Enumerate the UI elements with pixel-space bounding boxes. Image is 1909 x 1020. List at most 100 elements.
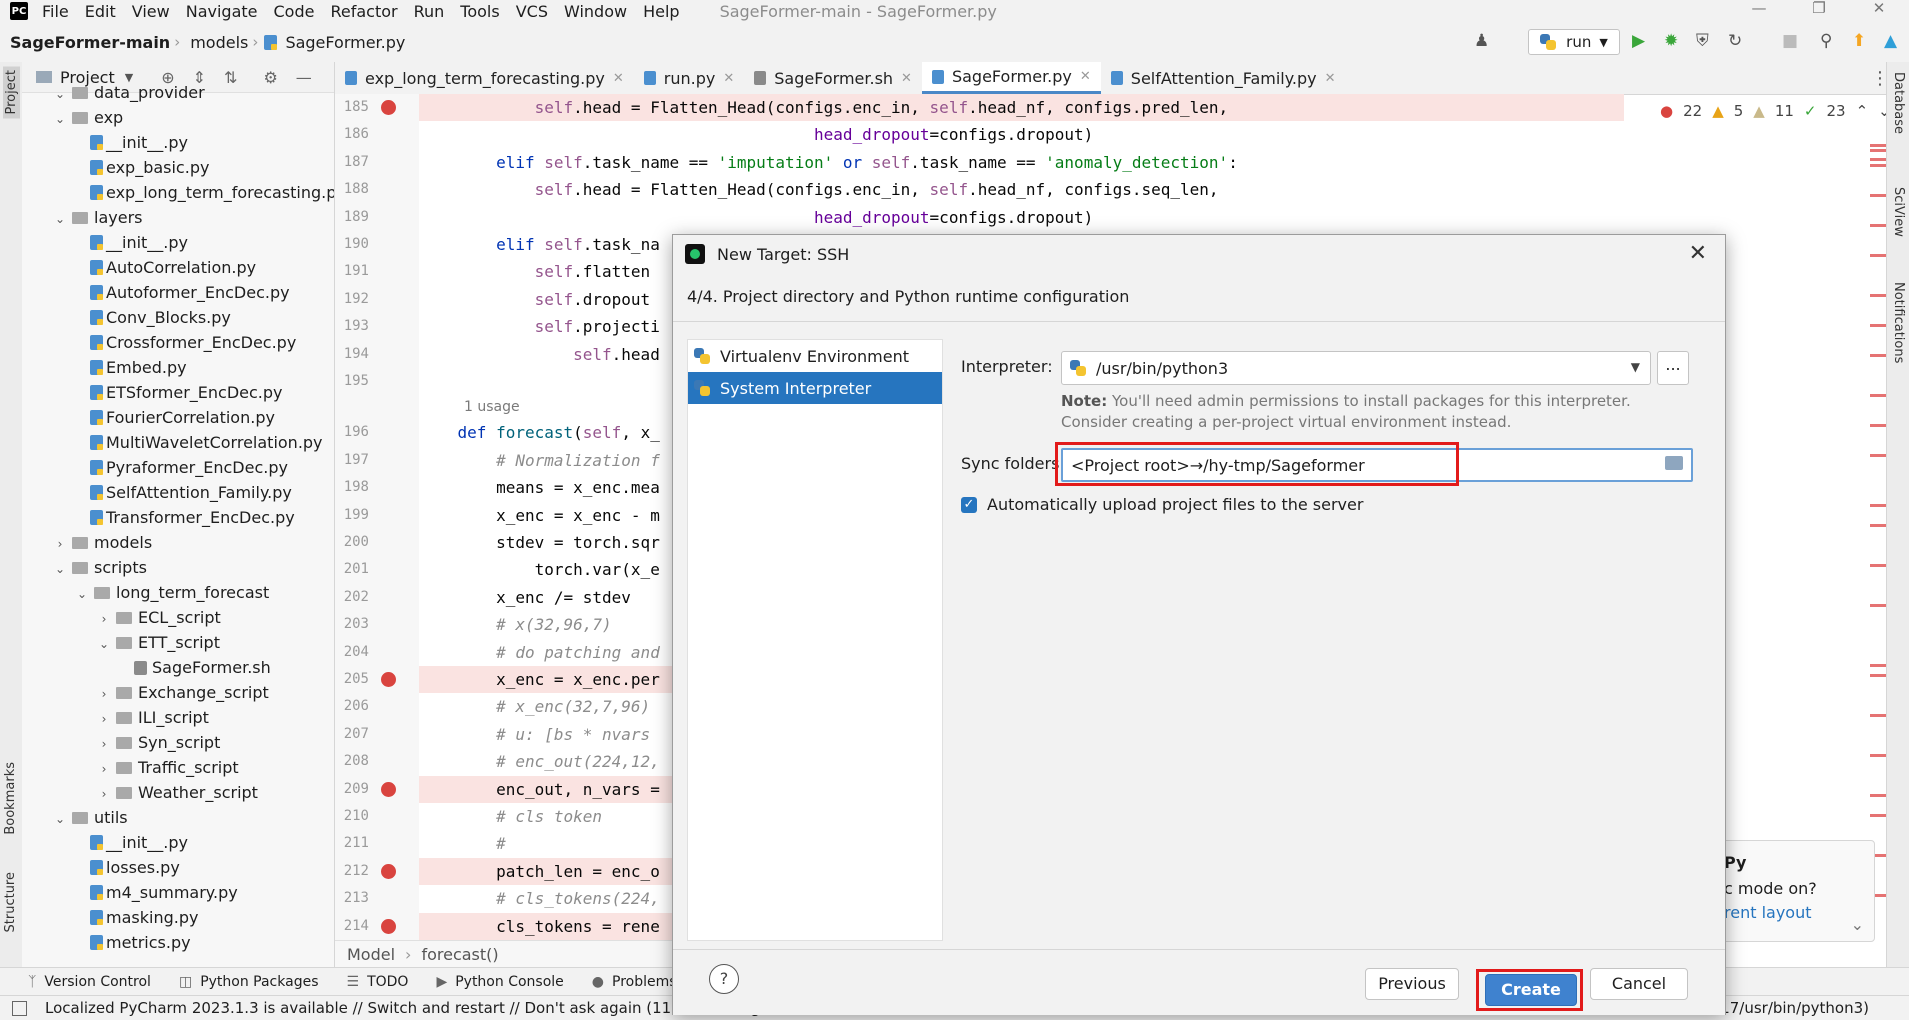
tree-item[interactable]: Pyraformer_EncDec.py — [74, 455, 288, 480]
tree-item[interactable]: exp_basic.py — [74, 155, 209, 180]
error-stripe-mark[interactable] — [1870, 294, 1886, 297]
minimize-icon[interactable]: — — [1729, 0, 1789, 22]
tree-item[interactable]: › Weather_script — [96, 780, 258, 805]
error-stripe-mark[interactable] — [1870, 158, 1886, 161]
hide-panel-icon[interactable]: — — [296, 68, 312, 87]
error-stripe-mark[interactable] — [1870, 754, 1886, 757]
nav-file[interactable]: SageFormer.py — [264, 33, 405, 52]
tree-item[interactable]: Embed.py — [74, 355, 187, 380]
tree-item[interactable]: › Syn_script — [96, 730, 221, 757]
interpreter-browse-button[interactable]: ... — [1657, 351, 1689, 385]
bookmarks-tool-button[interactable]: Bookmarks — [3, 762, 18, 835]
tree-item[interactable]: ⌄ utils — [52, 805, 128, 830]
user-icon[interactable]: ♟ — [1474, 31, 1489, 51]
menu-code[interactable]: Code — [274, 2, 315, 21]
error-stripe-mark[interactable] — [1870, 394, 1886, 397]
error-stripe-mark[interactable] — [1870, 564, 1886, 567]
tree-item[interactable]: MultiWaveletCorrelation.py — [74, 430, 323, 455]
tree-item[interactable]: SelfAttention_Family.py — [74, 480, 292, 505]
notification-link[interactable]: rent layout — [1724, 903, 1812, 922]
tree-item[interactable]: › Exchange_script — [96, 680, 269, 705]
menu-view[interactable]: View — [132, 2, 170, 21]
run-icon[interactable]: ▶ — [1632, 31, 1645, 51]
chevron-right-icon[interactable]: › — [96, 682, 112, 707]
error-stripe-mark[interactable] — [1870, 324, 1886, 327]
tool-window-todo[interactable]: ☰ TODO — [347, 974, 409, 990]
chevron-up-icon[interactable]: ⌃ — [1856, 102, 1869, 120]
error-stripe-mark[interactable] — [1870, 254, 1886, 257]
gear-icon[interactable]: ⚙ — [263, 68, 277, 87]
code-line[interactable]: head_dropout=configs.dropout) — [419, 121, 1624, 148]
breadcrumb-class[interactable]: Model — [347, 945, 395, 964]
tree-item[interactable]: ⌄ long_term_forecast — [74, 580, 269, 605]
menu-file[interactable]: File — [42, 2, 69, 21]
code-line[interactable]: self.head = Flatten_Head(configs.enc_in,… — [419, 176, 1624, 203]
previous-button[interactable]: Previous — [1365, 968, 1459, 1000]
env-virtualenv[interactable]: Virtualenv Environment — [688, 340, 942, 372]
breakpoint-icon[interactable] — [381, 672, 396, 687]
chevron-right-icon[interactable]: › — [96, 732, 112, 757]
error-stripe-mark[interactable] — [1870, 714, 1886, 717]
tree-item[interactable]: ⌄ ETT_script — [96, 630, 220, 655]
tree-item[interactable]: __init__.py — [74, 230, 188, 255]
project-tool-button[interactable]: Project — [3, 66, 20, 119]
chevron-down-icon[interactable]: ⌄ — [96, 632, 112, 657]
tree-item[interactable]: metrics.py — [74, 930, 191, 955]
sciview-tool-button[interactable]: SciView — [1891, 187, 1906, 237]
chevron-down-icon[interactable]: ⌄ — [52, 107, 68, 132]
chevron-down-icon[interactable]: ⌄ — [52, 807, 68, 832]
menu-edit[interactable]: Edit — [85, 2, 116, 21]
tree-item[interactable]: › ILI_script — [96, 705, 209, 730]
breakpoint-icon[interactable] — [381, 863, 396, 879]
chevron-down-icon[interactable]: ⌄ — [74, 582, 90, 607]
close-icon[interactable]: ✕ — [1689, 241, 1707, 266]
error-stripe-mark[interactable] — [1870, 504, 1886, 507]
error-stripe-mark[interactable] — [1870, 354, 1886, 357]
chevron-down-icon[interactable]: ⌄ — [1851, 915, 1864, 934]
coverage-icon[interactable]: ⛨ — [1696, 31, 1709, 51]
chevron-right-icon[interactable]: › — [52, 532, 68, 557]
editor-tab[interactable]: SageFormer.py ✕ — [921, 62, 1101, 94]
tool-window-problems[interactable]: ● Problems — [592, 974, 677, 990]
interpreter-select[interactable]: /usr/bin/python3 ▼ — [1061, 351, 1651, 385]
editor-tab[interactable]: exp_long_term_forecasting.py ✕ — [335, 62, 634, 94]
tree-item[interactable]: ⌄ layers — [52, 205, 143, 232]
tree-item[interactable]: __init__.py — [74, 830, 188, 855]
tool-window-python-console[interactable]: ▶ Python Console — [436, 974, 563, 990]
editor-tab[interactable]: SelfAttention_Family.py ✕ — [1101, 62, 1346, 94]
help-button[interactable]: ? — [709, 964, 739, 994]
error-stripe-mark[interactable] — [1870, 149, 1886, 152]
nav-folder[interactable]: models — [190, 33, 248, 52]
error-stripe-mark[interactable] — [1870, 524, 1886, 527]
tree-item[interactable]: › ECL_script — [96, 605, 221, 630]
run-config-selector[interactable]: run ▼ — [1528, 29, 1620, 55]
breakpoint-icon[interactable] — [381, 781, 396, 797]
error-stripe-mark[interactable] — [1870, 664, 1886, 667]
restore-icon[interactable]: ❐ — [1789, 0, 1849, 22]
tree-item[interactable]: losses.py — [74, 855, 180, 880]
notifications-tool-button[interactable]: Notifications — [1891, 282, 1906, 363]
auto-upload-checkbox[interactable]: ✓ Automatically upload project files to … — [961, 495, 1363, 514]
status-interpreter[interactable]: 17/usr/bin/python3) — [1720, 999, 1869, 1017]
tree-item[interactable]: ⌄ scripts — [52, 555, 147, 580]
chevron-down-icon[interactable]: ⌄ — [52, 207, 68, 232]
menu-refactor[interactable]: Refactor — [330, 2, 397, 21]
tree-item[interactable]: FourierCorrelation.py — [74, 405, 275, 430]
error-stripe-mark[interactable] — [1870, 424, 1886, 427]
chevron-right-icon[interactable]: › — [96, 607, 112, 632]
tree-item[interactable]: exp_long_term_forecasting.p — [74, 180, 334, 205]
chevron-down-icon[interactable]: ⌄ — [52, 557, 68, 582]
cancel-button[interactable]: Cancel — [1590, 968, 1688, 1000]
menu-run[interactable]: Run — [414, 2, 445, 21]
tool-window-version-control[interactable]: ᛉ Version Control — [28, 974, 151, 990]
tool-window-python-packages[interactable]: ◫ Python Packages — [179, 974, 319, 990]
tree-item[interactable]: › models — [52, 530, 153, 557]
error-stripe-mark[interactable] — [1870, 194, 1886, 197]
status-toggle-icon[interactable] — [12, 1000, 27, 1016]
error-stripe-mark[interactable] — [1870, 144, 1886, 147]
tree-item[interactable]: __init__.py — [74, 130, 188, 155]
tree-item[interactable]: Autoformer_EncDec.py — [74, 280, 290, 305]
search-icon[interactable]: ⚲ — [1820, 31, 1832, 51]
close-tab-icon[interactable]: ✕ — [1080, 69, 1091, 84]
tree-item[interactable]: Crossformer_EncDec.py — [74, 330, 296, 355]
